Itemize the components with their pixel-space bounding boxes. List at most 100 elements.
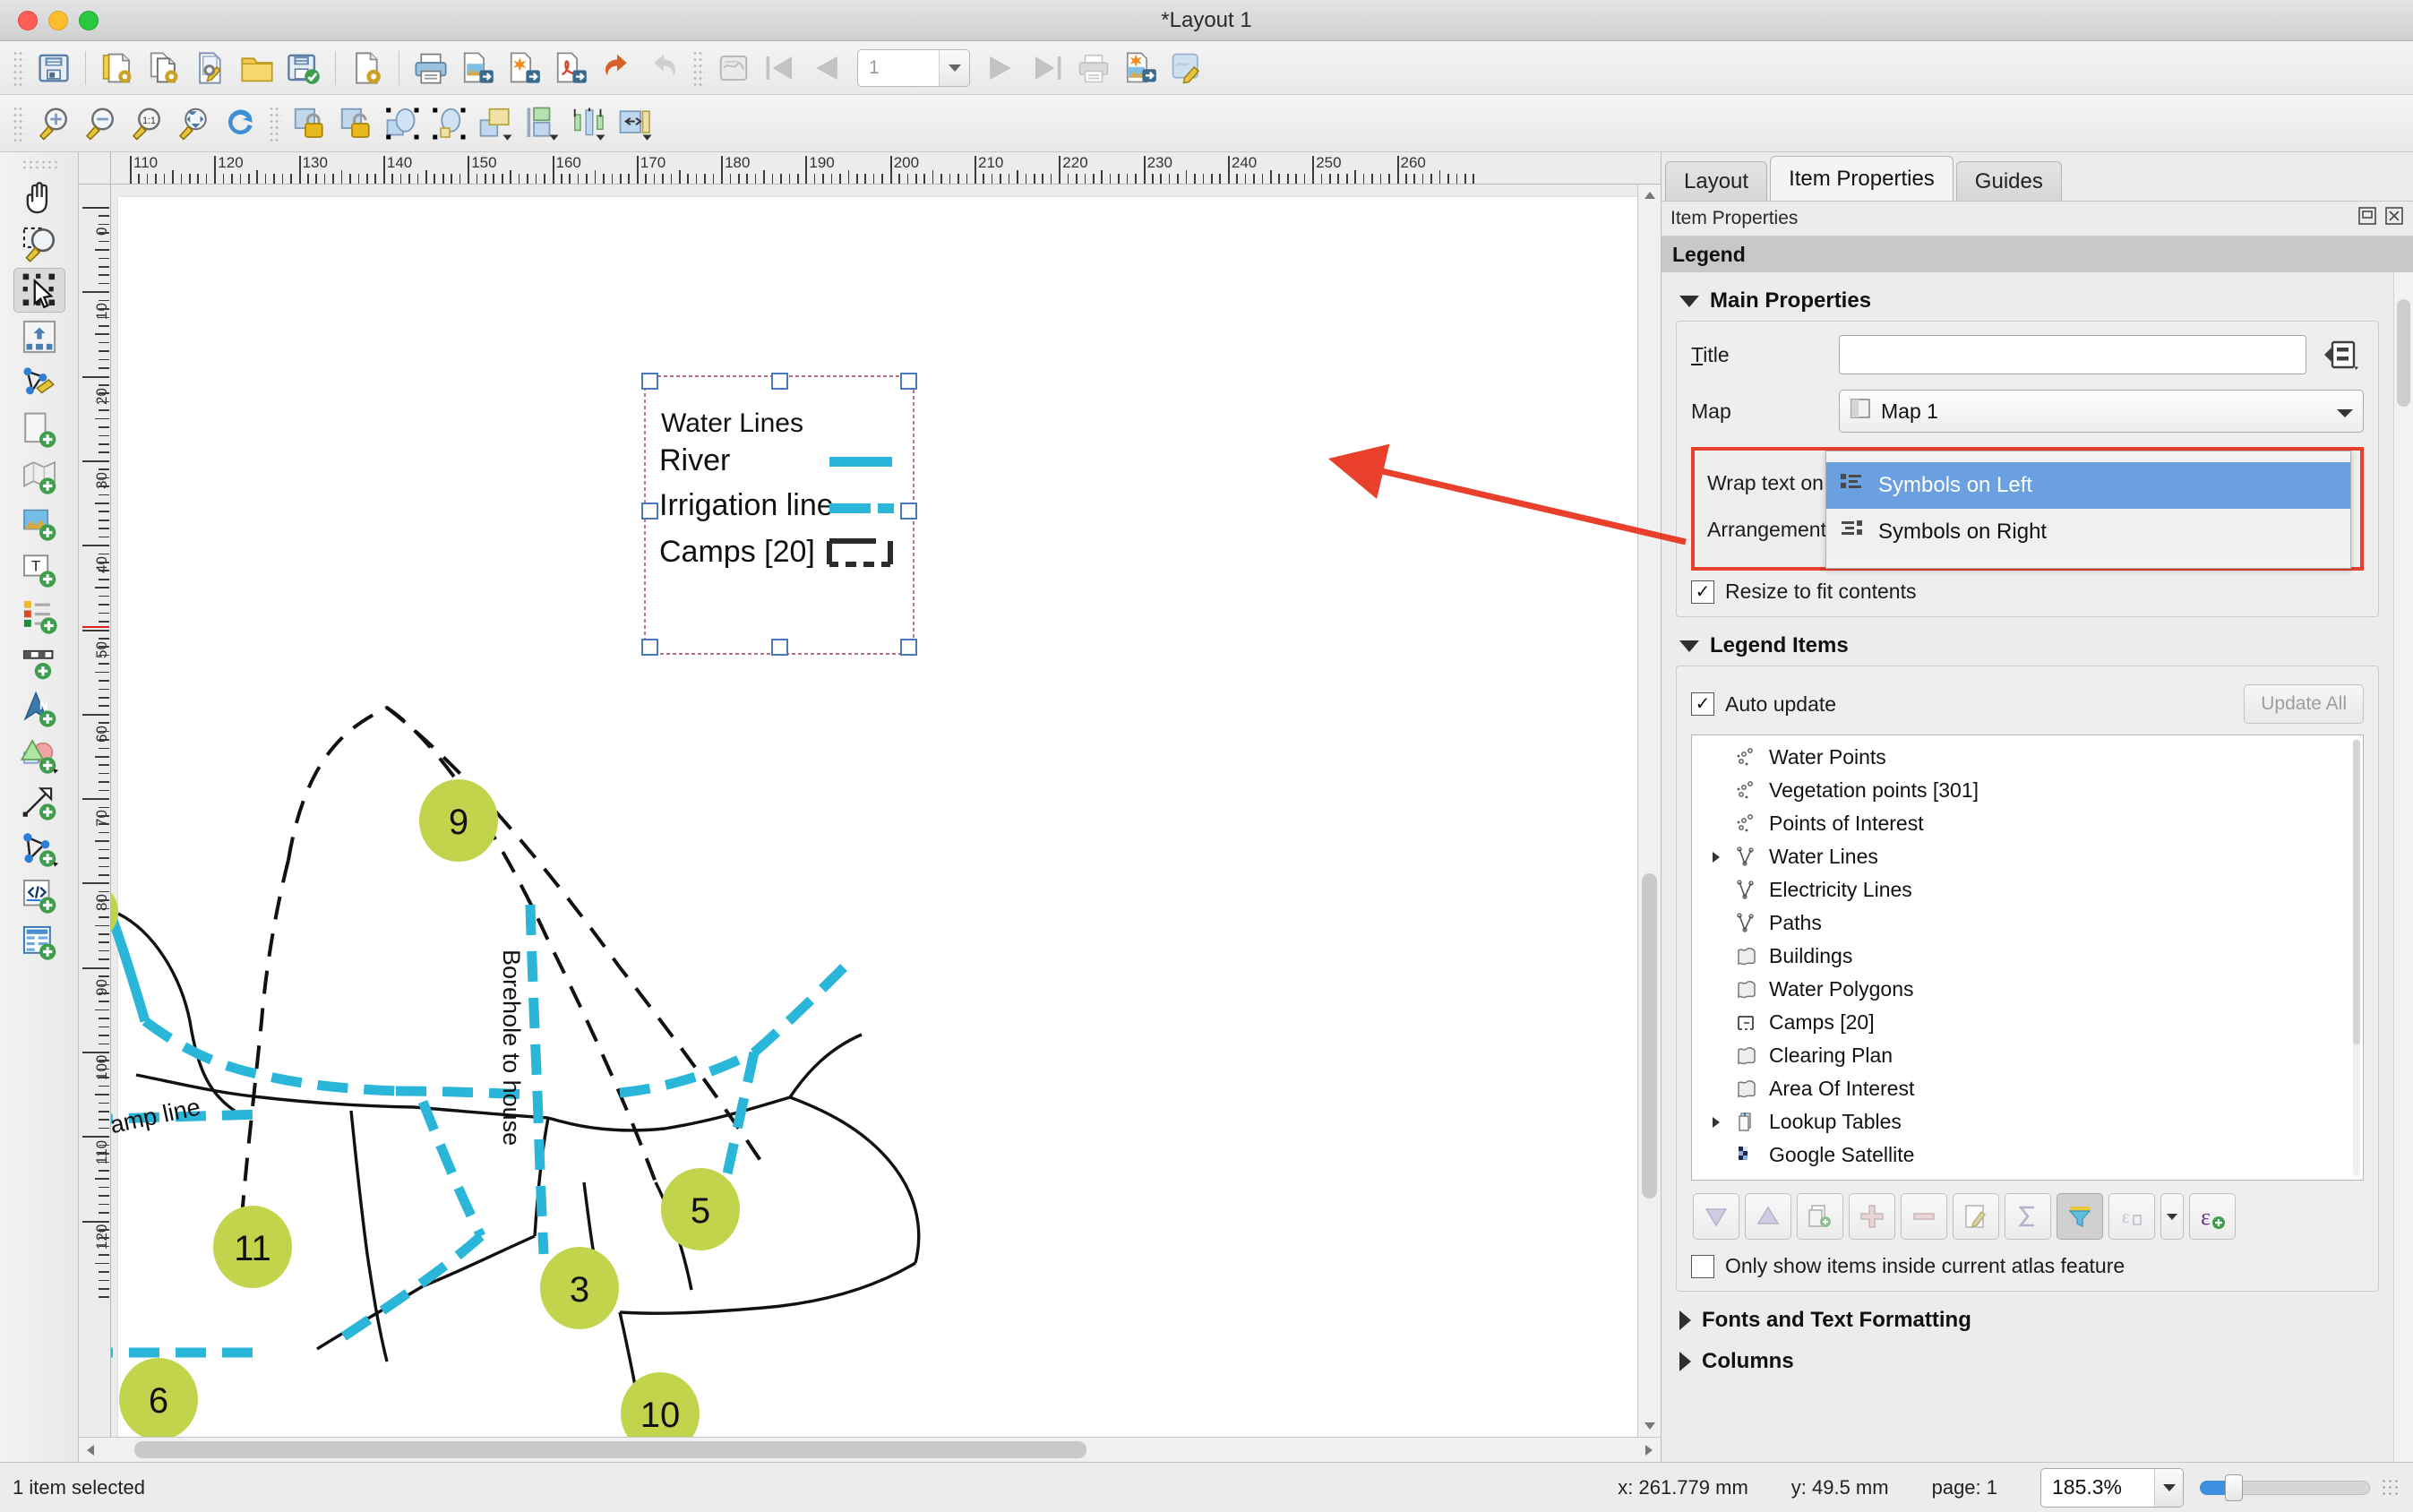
expand-arrow-icon[interactable] [1708, 851, 1724, 863]
vertical-scroll-thumb[interactable] [1642, 873, 1657, 1198]
legend-item-row[interactable]: Buildings [1692, 940, 2350, 973]
refresh-button[interactable] [219, 103, 261, 144]
print-button[interactable] [410, 47, 451, 89]
edit-item-button[interactable] [1953, 1193, 1999, 1240]
toolbar-grip[interactable] [13, 50, 25, 86]
atlas-filter-checkbox[interactable] [1691, 1255, 1714, 1278]
zoom-actual-button[interactable]: 1:1 [126, 103, 167, 144]
chevron-down-icon[interactable] [2336, 399, 2354, 424]
lock-items-button[interactable] [289, 103, 331, 144]
add-label-tool[interactable]: T [13, 547, 65, 592]
legend-item-row[interactable]: Paths [1692, 906, 2350, 940]
section-columns[interactable]: Columns [1679, 1349, 2379, 1374]
tab-layout[interactable]: Layout [1665, 161, 1767, 201]
chevron-down-icon[interactable] [1679, 640, 1699, 652]
zoom-tool[interactable] [13, 221, 65, 266]
resize-grip[interactable] [2381, 1478, 2400, 1498]
scroll-left-icon[interactable] [79, 1438, 102, 1462]
zoom-level-combo[interactable]: 185.3% [2040, 1468, 2184, 1508]
legend-item-row[interactable]: Electricity Lines [1692, 873, 2350, 906]
edit-nodes-tool[interactable] [13, 361, 65, 406]
resize-to-fit-row[interactable]: ✓ Resize to fit contents [1691, 580, 2364, 604]
atlas-prev-button[interactable] [806, 47, 847, 89]
chevron-right-icon[interactable] [1679, 1310, 1691, 1330]
legend-item-row[interactable]: Clearing Plan [1692, 1039, 2350, 1072]
arrangement-dropdown-menu[interactable]: Symbols on Left Symbols on Right [1825, 451, 2351, 569]
toolbar-grip[interactable] [13, 106, 25, 142]
toolbar-grip[interactable] [692, 50, 705, 86]
title-input[interactable] [1839, 335, 2306, 374]
remove-item-button[interactable] [1901, 1193, 1947, 1240]
atlas-preview-button[interactable] [1166, 47, 1207, 89]
legend-item-row[interactable]: Water Points [1692, 741, 2350, 774]
atlas-first-button[interactable] [760, 47, 801, 89]
zoom-slider-handle[interactable] [2225, 1474, 2243, 1501]
legend-item-row[interactable]: Points of Interest [1692, 807, 2350, 840]
atlas-settings-button[interactable] [713, 47, 754, 89]
add-page-tool[interactable] [13, 408, 65, 452]
distribute-items-button[interactable] [615, 103, 657, 144]
map-combo[interactable]: Map 1 [1839, 390, 2364, 433]
dock-vertical-scrollbar[interactable] [2393, 272, 2413, 1462]
auto-update-row[interactable]: ✓ Auto update [1691, 692, 1836, 717]
section-legend-items[interactable]: Legend Items [1679, 633, 2379, 658]
zoom-in-button[interactable] [33, 103, 74, 144]
chevron-right-icon[interactable] [1679, 1352, 1691, 1371]
save-template-button[interactable] [283, 47, 324, 89]
unlock-all-button[interactable] [336, 103, 377, 144]
add-item-button[interactable] [1849, 1193, 1895, 1240]
toolbar-grip[interactable] [269, 106, 281, 142]
add-arrow-tool[interactable] [13, 780, 65, 825]
close-dock-icon[interactable] [2384, 206, 2404, 231]
atlas-print-button[interactable] [1073, 47, 1114, 89]
atlas-export-image-button[interactable] [1120, 47, 1161, 89]
save-project-button[interactable] [33, 47, 74, 89]
legend-item-row[interactable]: Water Lines [1692, 840, 2350, 873]
open-template-button[interactable] [236, 47, 278, 89]
expression-dropdown-button[interactable] [2160, 1193, 2184, 1240]
count-features-button[interactable] [2005, 1193, 2051, 1240]
chevron-down-icon[interactable] [939, 50, 969, 86]
resize-to-fit-checkbox[interactable]: ✓ [1691, 580, 1714, 604]
layout-manager-button[interactable] [190, 47, 231, 89]
tab-item-properties[interactable]: Item Properties [1770, 156, 1954, 201]
zoom-full-button[interactable] [173, 103, 214, 144]
pan-layout-tool[interactable] [13, 175, 65, 219]
add-legend-tool[interactable] [13, 594, 65, 639]
add-north-arrow-tool[interactable]: N [13, 687, 65, 732]
add-html-tool[interactable] [13, 873, 65, 918]
tab-guides[interactable]: Guides [1956, 161, 2062, 201]
add-scalebar-tool[interactable] [13, 640, 65, 685]
align-items-button[interactable] [569, 103, 610, 144]
horizontal-scroll-thumb[interactable] [134, 1441, 1086, 1458]
layout-page[interactable]: Water Lines River Irrigation line Camps … [118, 197, 1637, 1437]
export-svg-button[interactable] [503, 47, 545, 89]
canvas-vertical-scrollbar[interactable] [1637, 185, 1661, 1437]
undo-button[interactable] [597, 47, 638, 89]
expression-filter-button[interactable]: ε [2108, 1193, 2155, 1240]
auto-update-checkbox[interactable]: ✓ [1691, 692, 1714, 716]
toolbox-grip[interactable] [21, 159, 57, 170]
legend-item-row[interactable]: Lookup Tables [1692, 1105, 2350, 1138]
legend-item-row[interactable]: Area Of Interest [1692, 1072, 2350, 1105]
lower-items-button[interactable] [522, 103, 563, 144]
atlas-last-button[interactable] [1026, 47, 1068, 89]
atlas-filter-row[interactable]: Only show items inside current atlas fea… [1691, 1254, 2364, 1278]
legend-item-row[interactable]: Water Polygons [1692, 973, 2350, 1006]
move-up-button[interactable] [1745, 1193, 1791, 1240]
float-dock-icon[interactable] [2357, 206, 2377, 231]
dropdown-option-symbols-on-left[interactable]: Symbols on Left [1826, 462, 2350, 509]
export-image-button[interactable] [457, 47, 498, 89]
redo-button[interactable] [643, 47, 684, 89]
filter-legend-button[interactable] [2057, 1193, 2103, 1240]
map-drawing[interactable]: 9 11 5 3 6 10 camp line Borehole to hous… [111, 645, 1068, 1437]
new-layout-button[interactable] [97, 47, 138, 89]
add-picture-tool[interactable] [13, 501, 65, 546]
legend-item-row[interactable]: Vegetation points [301] [1692, 774, 2350, 807]
data-defined-button[interactable]: ε [2189, 1193, 2236, 1240]
raise-items-button[interactable] [476, 103, 517, 144]
legend-item-row[interactable]: Google Satellite [1692, 1138, 2350, 1172]
atlas-page-combo[interactable]: 1 [857, 49, 970, 87]
add-group-button[interactable] [1797, 1193, 1843, 1240]
dock-scroll-thumb[interactable] [2397, 299, 2410, 407]
